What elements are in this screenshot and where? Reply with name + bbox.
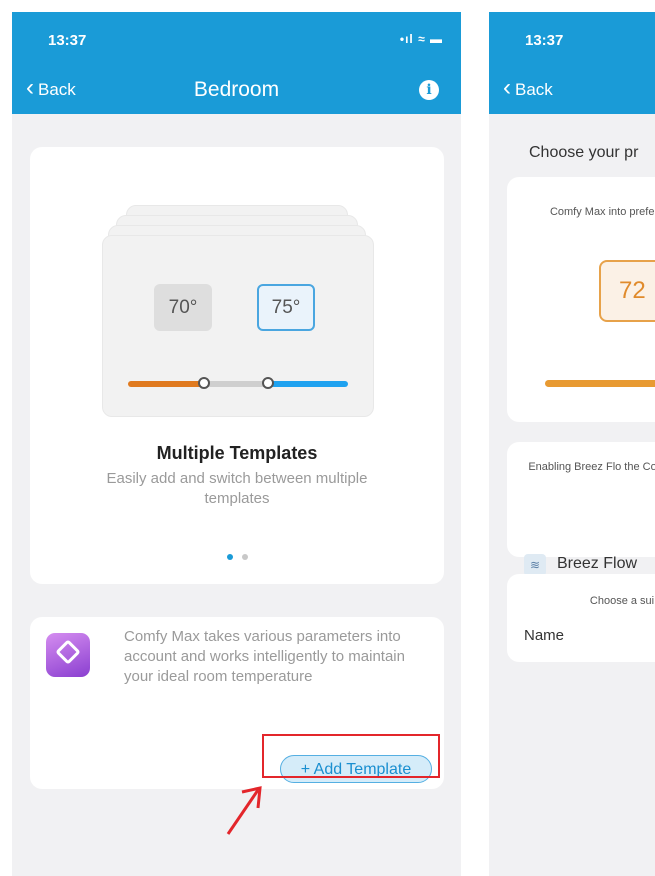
choose-heading: Choose your pr [529,144,639,161]
highlight-box [262,734,440,778]
cool-slider-track [270,381,348,387]
status-time: 13:37 [525,32,564,49]
breez-flow-card: Enabling Breez Flo the Cool S [507,442,655,557]
name-card: Choose a sui [507,574,655,662]
cool-temp-tile: 75° [257,284,315,331]
page-dot[interactable] [241,554,248,560]
template-preview-card [102,235,374,417]
cool-slider-knob[interactable] [262,377,274,389]
top-bar: 13:37 ‹ Back [489,12,655,114]
carousel-subtitle: Easily add and switch between multiple t… [106,470,368,507]
warm-temp-tile: 70° [154,284,212,331]
temp-slider-track[interactable] [545,380,655,387]
back-label: Back [515,80,553,99]
info-icon[interactable]: i [419,80,439,100]
back-button[interactable]: ‹ Back [503,74,553,101]
warm-slider-track [128,381,206,387]
mid-slider-track [206,381,270,387]
page-indicator [30,554,444,560]
temperature-description: Comfy Max into preferred [549,206,655,218]
top-bar: 13:37 •ıl ≈ ▬ ‹ Back Bedroom i [12,12,461,114]
status-icons: •ıl ≈ ▬ [399,32,443,46]
status-time: 13:37 [48,32,87,49]
breez-flow-label[interactable]: Breez Flow [557,555,637,573]
carousel-title: Multiple Templates [156,443,318,463]
breez-description: Enabling Breez Flo the Cool S [528,461,655,473]
choose-suitable-text: Choose a sui [589,595,655,607]
name-label[interactable]: Name [524,627,564,644]
red-arrow-icon [226,786,262,835]
page-dot-active[interactable] [226,554,233,560]
right-phone-screen: 13:37 ‹ Back Choose your pr Comfy Max in… [489,12,655,876]
warm-slider-knob[interactable] [198,377,210,389]
temp-value-tile[interactable]: 72 [599,260,655,322]
info-description: Comfy Max takes various parameters into … [124,628,405,685]
comfy-max-app-icon [46,633,90,677]
templates-carousel[interactable]: 70° 75° Multiple Templates Easily add an… [30,147,444,584]
chevron-left-icon: ‹ [503,74,511,101]
fan-icon: ≋ [524,554,546,576]
page-title: Bedroom [193,78,280,101]
